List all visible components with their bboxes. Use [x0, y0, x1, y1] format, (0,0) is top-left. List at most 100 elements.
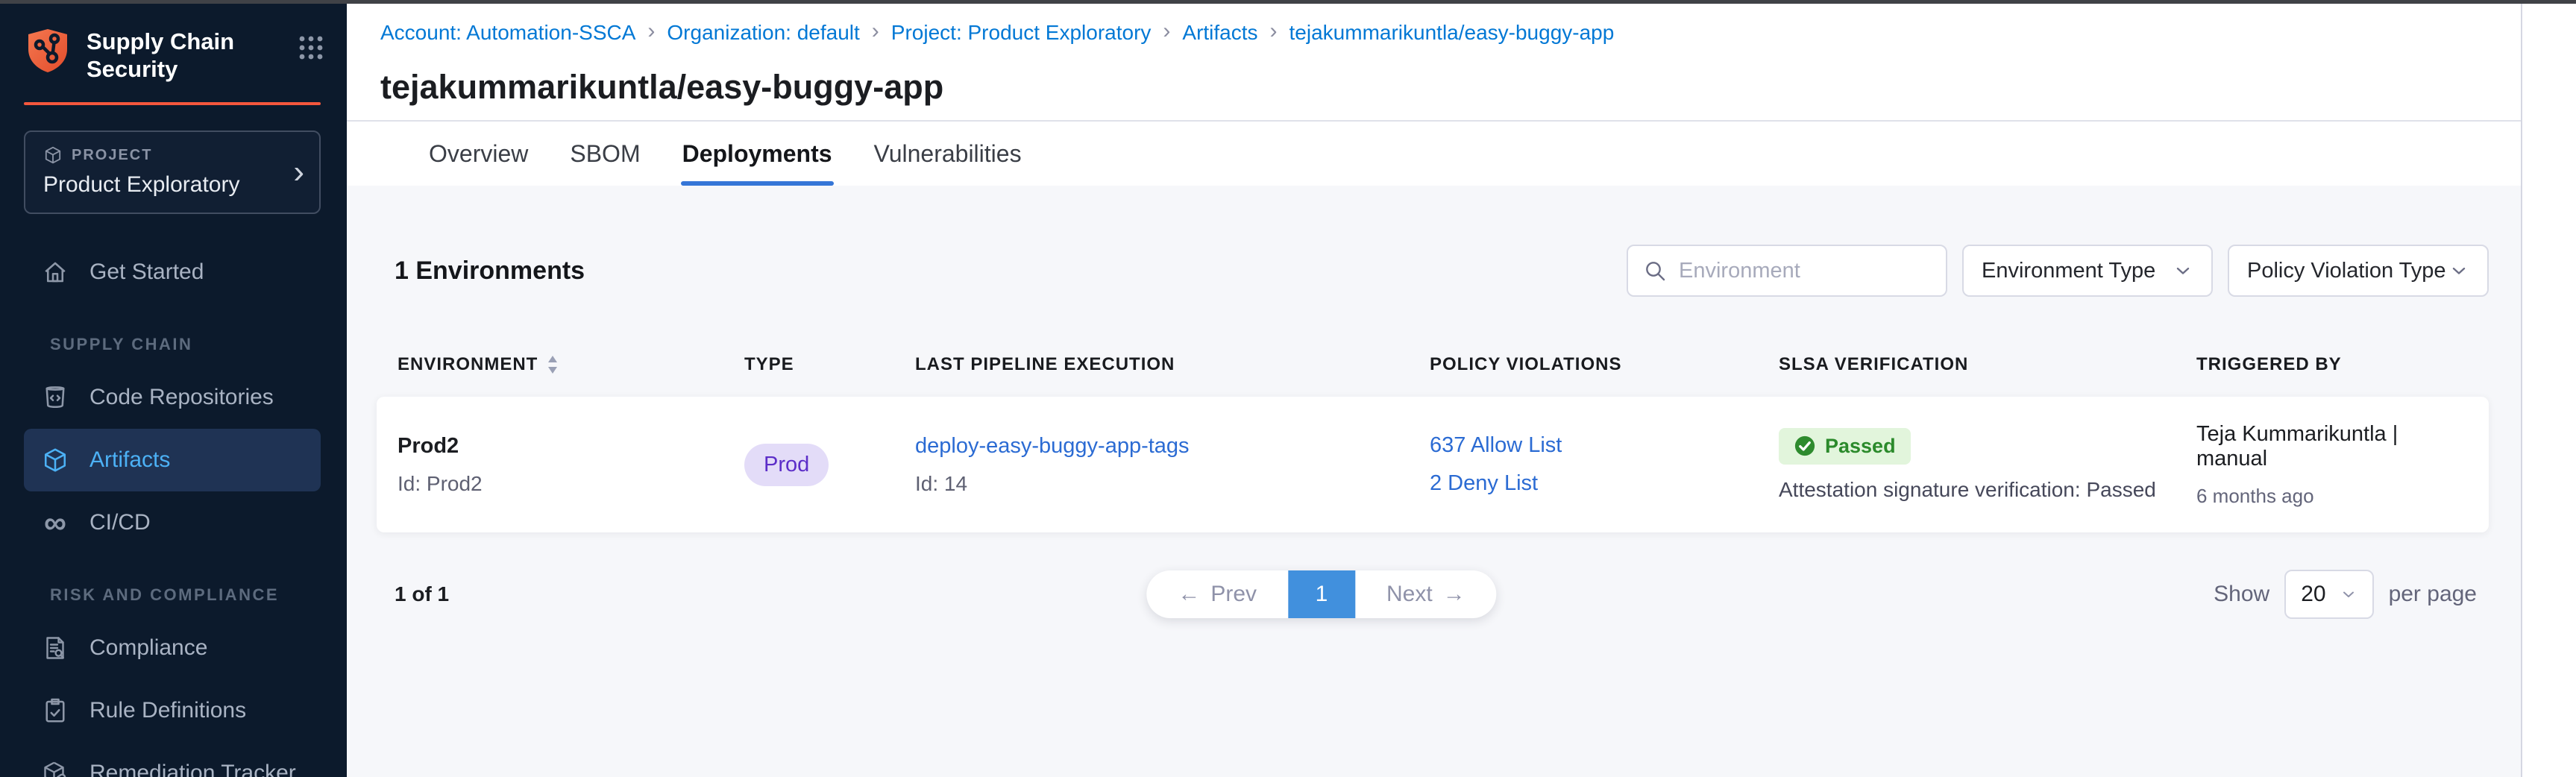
- policy-violations-cell: 637 Allow List 2 Deny List: [1430, 433, 1779, 496]
- breadcrumb-separator: ›: [1163, 19, 1170, 47]
- tab-overview[interactable]: Overview: [429, 122, 528, 186]
- tab-vulnerabilities[interactable]: Vulnerabilities: [874, 122, 1022, 186]
- arrow-left-icon: ←: [1178, 582, 1200, 607]
- window-top-edge: [0, 0, 2576, 4]
- page-size-select[interactable]: 20: [2284, 570, 2373, 619]
- triggered-by-cell: Teja Kummarikuntla | manual 6 months ago: [2196, 422, 2468, 508]
- chevron-down-icon: [2448, 260, 2469, 281]
- sort-icon[interactable]: [545, 353, 560, 376]
- sidebar-header: Supply Chain Security: [0, 0, 347, 83]
- breadcrumb: Account: Automation-SSCA › Organization:…: [380, 19, 2522, 47]
- sidebar-item-rule-definitions[interactable]: Rule Definitions: [24, 679, 321, 742]
- environment-search[interactable]: [1627, 245, 1947, 297]
- chevron-down-icon: [2173, 260, 2193, 281]
- environment-cell: Prod2 Id: Prod2: [398, 434, 744, 496]
- allow-list-link[interactable]: 637 Allow List: [1430, 433, 1779, 458]
- breadcrumb-separator: ›: [1270, 19, 1278, 47]
- home-icon: [40, 259, 70, 286]
- app-window: Supply Chain Security PROJECT Product: [0, 0, 2576, 777]
- project-name: Product Exploratory: [43, 172, 274, 198]
- column-header-triggered-by: TRIGGERED BY: [2196, 353, 2468, 376]
- cube-icon: [43, 145, 63, 165]
- next-label: Next: [1386, 582, 1433, 607]
- sidebar-item-artifacts[interactable]: Artifacts: [24, 429, 321, 491]
- section-label-supply-chain: SUPPLY CHAIN: [50, 335, 347, 354]
- tab-deployments[interactable]: Deployments: [682, 122, 832, 186]
- table-row[interactable]: Prod2 Id: Prod2 Prod deploy-easy-buggy-a…: [377, 397, 2489, 532]
- sidebar-item-label: Code Repositories: [89, 385, 274, 410]
- environment-type-filter[interactable]: Environment Type: [1962, 245, 2213, 297]
- column-header-policy-violations: POLICY VIOLATIONS: [1430, 353, 1779, 376]
- type-cell: Prod: [744, 444, 915, 486]
- filter-controls: Environment Type Policy Violation Type: [1627, 245, 2489, 297]
- environment-name: Prod2: [398, 434, 744, 459]
- app-title: Supply Chain Security: [87, 27, 298, 83]
- page-1-button[interactable]: 1: [1288, 570, 1355, 618]
- per-page-label: per page: [2389, 582, 2477, 607]
- page-header: Account: Automation-SSCA › Organization:…: [347, 4, 2522, 120]
- column-header-slsa-verification: SLSA VERIFICATION: [1779, 353, 2196, 376]
- tab-bar: Overview SBOM Deployments Vulnerabilitie…: [347, 120, 2522, 186]
- supply-chain-security-logo-icon: [24, 27, 72, 75]
- check-circle-icon: [1794, 435, 1816, 457]
- nine-dot-grid-icon[interactable]: [298, 34, 324, 61]
- next-page-button[interactable]: Next →: [1355, 570, 1497, 618]
- page-title: tejakummarikuntla/easy-buggy-app: [380, 68, 2522, 107]
- sidebar-item-remediation-tracker[interactable]: Remediation Tracker: [24, 742, 321, 777]
- pipeline-execution-id: Id: 14: [915, 472, 1430, 496]
- breadcrumb-project[interactable]: Project: Product Exploratory: [891, 21, 1152, 45]
- section-label-risk-and-compliance: RISK AND COMPLIANCE: [50, 585, 347, 605]
- main-area: Account: Automation-SSCA › Organization:…: [347, 4, 2522, 777]
- brand-divider: [24, 102, 321, 105]
- sidebar-item-label: Compliance: [89, 635, 207, 661]
- sidebar-item-cicd[interactable]: ∞ CI/CD: [24, 491, 321, 554]
- triggered-time: 6 months ago: [2196, 485, 2468, 508]
- chevron-right-icon: ›: [293, 156, 304, 189]
- policy-violation-type-filter[interactable]: Policy Violation Type: [2228, 245, 2489, 297]
- document-search-icon: [40, 635, 70, 661]
- sidebar-item-code-repositories[interactable]: Code Repositories: [24, 366, 321, 429]
- toolbar: 1 Environments Environment Type: [377, 245, 2489, 297]
- breadcrumb-artifacts[interactable]: Artifacts: [1182, 21, 1257, 45]
- environment-id: Id: Prod2: [398, 472, 744, 496]
- breadcrumb-current-artifact[interactable]: tejakummarikuntla/easy-buggy-app: [1289, 21, 1615, 45]
- prev-page-button[interactable]: ← Prev: [1146, 570, 1288, 618]
- triggered-by-user: Teja Kummarikuntla | manual: [2196, 422, 2468, 471]
- sidebar-item-get-started[interactable]: Get Started: [24, 241, 321, 303]
- column-header-label: ENVIRONMENT: [398, 354, 538, 375]
- arrow-right-icon: →: [1443, 582, 1466, 607]
- sidebar: Supply Chain Security PROJECT Product: [0, 0, 347, 777]
- page-size-control: Show 20 per page: [2214, 570, 2477, 619]
- search-icon: [1643, 259, 1667, 283]
- pagination-row: 1 of 1 ← Prev 1 Next → Show 20: [377, 570, 2489, 619]
- sidebar-item-label: Get Started: [89, 259, 204, 285]
- attestation-detail: Attestation signature verification: Pass…: [1779, 478, 2196, 502]
- page-summary: 1 of 1: [395, 582, 449, 606]
- chevron-down-icon: [2340, 585, 2357, 603]
- environment-search-input[interactable]: [1677, 258, 1931, 284]
- deny-list-link[interactable]: 2 Deny List: [1430, 471, 1779, 496]
- policy-violation-type-filter-label: Policy Violation Type: [2247, 259, 2446, 283]
- package-tag-icon: [40, 760, 70, 777]
- breadcrumb-organization[interactable]: Organization: default: [667, 21, 859, 45]
- sidebar-item-label: Rule Definitions: [89, 698, 246, 723]
- cube-icon: [40, 447, 70, 474]
- prev-label: Prev: [1210, 582, 1257, 607]
- environment-type-filter-label: Environment Type: [1982, 259, 2155, 283]
- environments-count-heading: 1 Environments: [395, 257, 585, 286]
- column-header-environment[interactable]: ENVIRONMENT: [398, 353, 744, 376]
- project-selector[interactable]: PROJECT Product Exploratory ›: [24, 130, 321, 214]
- column-header-type: TYPE: [744, 353, 915, 376]
- sidebar-item-label: CI/CD: [89, 510, 151, 535]
- project-label-row: PROJECT: [43, 145, 274, 165]
- breadcrumb-account[interactable]: Account: Automation-SSCA: [380, 21, 635, 45]
- pipeline-execution-link[interactable]: deploy-easy-buggy-app-tags: [915, 434, 1430, 459]
- prod-type-badge: Prod: [744, 444, 829, 486]
- sidebar-item-label: Remediation Tracker: [89, 761, 296, 777]
- scrollbar-track[interactable]: [2521, 4, 2576, 777]
- table-header-row: ENVIRONMENT TYPE LAST PIPELINE EXECUTION…: [377, 353, 2489, 376]
- page-size-value: 20: [2301, 582, 2325, 607]
- column-header-last-pipeline-execution: LAST PIPELINE EXECUTION: [915, 353, 1430, 376]
- sidebar-item-compliance[interactable]: Compliance: [24, 617, 321, 679]
- tab-sbom[interactable]: SBOM: [570, 122, 640, 186]
